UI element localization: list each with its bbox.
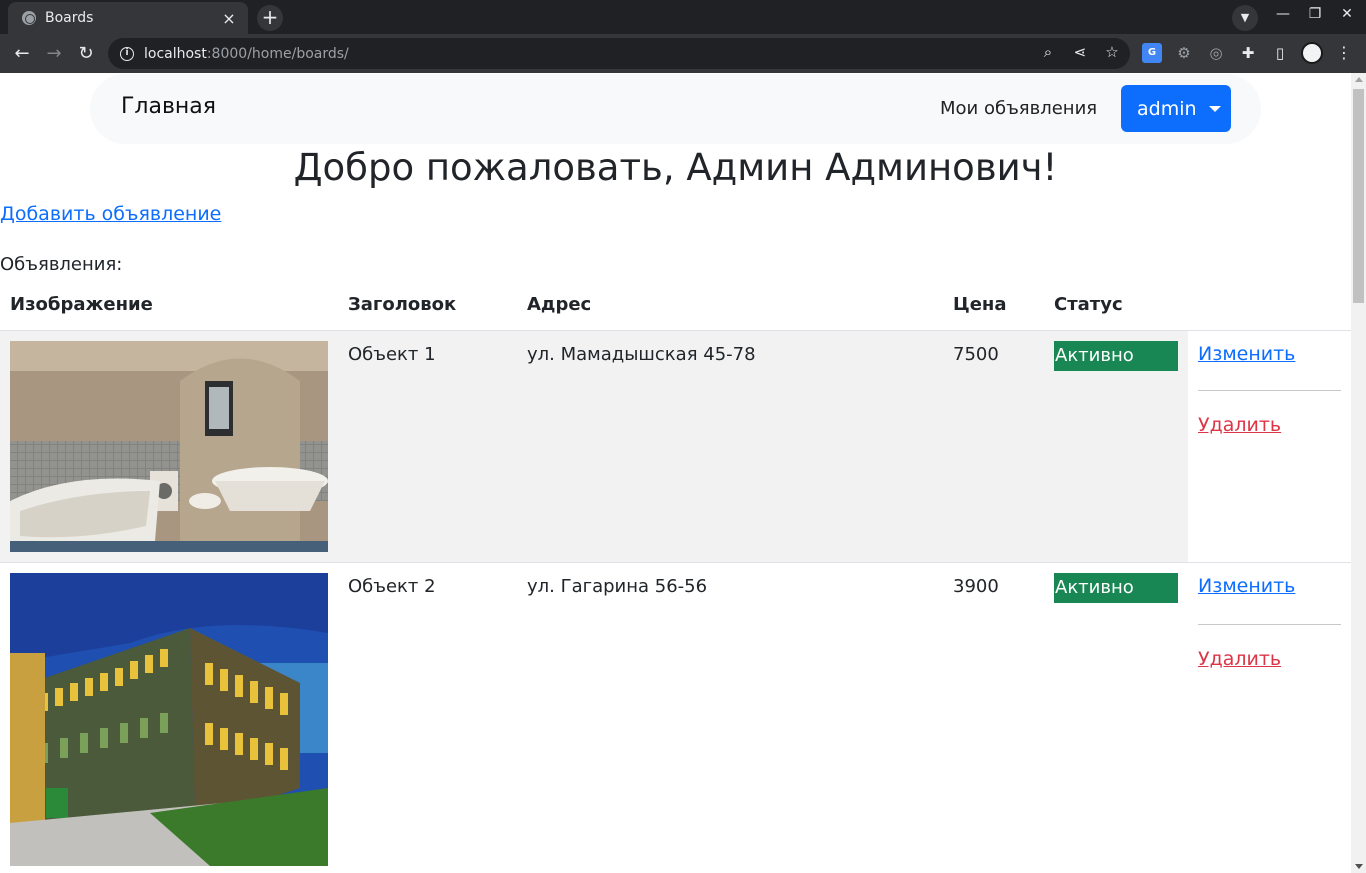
side-panel-icon[interactable]: ▯ — [1270, 43, 1290, 63]
back-icon[interactable]: ← — [10, 42, 34, 66]
reload-icon[interactable]: ↻ — [74, 42, 98, 66]
ads-table: Изображение Заголовок Адрес Цена Статус — [0, 285, 1351, 873]
url-path: :8000/home/boards/ — [206, 45, 349, 62]
bathroom-photo — [10, 341, 328, 552]
actions-divider — [1198, 624, 1341, 625]
profile-avatar[interactable] — [1301, 42, 1323, 64]
new-tab-button[interactable]: + — [257, 5, 283, 31]
scrollbar-thumb[interactable] — [1353, 89, 1364, 303]
row-title: Объект 1 — [348, 344, 436, 365]
page-scrollbar[interactable] — [1351, 73, 1366, 873]
row-title: Объект 2 — [348, 576, 436, 597]
translate-extension-icon[interactable]: G — [1142, 43, 1162, 63]
nav-my-ads-link[interactable]: Мои объявления — [940, 98, 1097, 119]
tab-title: Boards — [45, 10, 94, 26]
address-bar[interactable]: i localhost:8000/home/boards/ — [108, 38, 1130, 69]
table-row: Объект 1 ул. Мамадышская 45-78 7500 Акти… — [0, 331, 1351, 563]
header-price: Цена — [953, 294, 1007, 315]
minimize-icon[interactable]: — — [1272, 6, 1294, 22]
tab-search-button[interactable]: ▼ — [1232, 5, 1258, 31]
table-header: Изображение Заголовок Адрес Цена Статус — [0, 285, 1351, 331]
close-window-icon[interactable]: ✕ — [1336, 6, 1358, 22]
actions-divider — [1198, 390, 1341, 391]
edit-link[interactable]: Изменить — [1198, 343, 1295, 365]
url-host: localhost — [144, 45, 207, 62]
globe-icon — [22, 11, 36, 25]
caret-down-icon — [1208, 105, 1221, 112]
delete-link[interactable]: Удалить — [1198, 414, 1281, 436]
row-price: 3900 — [953, 576, 999, 597]
puzzle-icon[interactable]: ✚ — [1238, 43, 1258, 63]
scroll-up-arrow-icon[interactable] — [1355, 77, 1363, 82]
row-address: ул. Гагарина 56-56 — [527, 576, 708, 597]
close-tab-icon[interactable]: × — [220, 9, 238, 28]
nav-brand-link[interactable]: Главная — [121, 94, 216, 119]
scroll-down-arrow-icon[interactable] — [1355, 864, 1363, 869]
user-dropdown-label: admin — [1137, 97, 1197, 120]
row-price: 7500 — [953, 344, 999, 365]
add-ad-link[interactable]: Добавить объявление — [0, 203, 221, 225]
page-viewport: Главная Мои объявления admin Добро пожал… — [0, 73, 1366, 873]
extension-icon[interactable]: ◎ — [1206, 43, 1226, 63]
browser-toolbar: ← → ↻ i localhost:8000/home/boards/ ⌕ ⋖ … — [0, 34, 1366, 73]
browser-tab[interactable]: Boards × — [8, 2, 248, 34]
row-address: ул. Мамадышская 45-78 — [527, 344, 756, 365]
edit-link[interactable]: Изменить — [1198, 575, 1295, 597]
site-info-icon[interactable]: i — [120, 46, 134, 61]
restore-icon[interactable]: ❐ — [1304, 6, 1326, 22]
share-icon[interactable]: ⋖ — [1070, 43, 1090, 61]
building-photo — [10, 573, 328, 866]
ads-section-label: Объявления: — [0, 254, 123, 275]
header-title: Заголовок — [348, 294, 457, 315]
delete-link[interactable]: Удалить — [1198, 648, 1281, 670]
header-address: Адрес — [527, 294, 592, 315]
table-row: Объект 2 ул. Гагарина 56-56 3900 Активно… — [0, 563, 1351, 873]
menu-kebab-icon[interactable]: ⋮ — [1336, 43, 1352, 62]
header-image: Изображение — [10, 294, 153, 315]
forward-icon[interactable]: → — [42, 42, 66, 66]
user-dropdown-button[interactable]: admin — [1121, 85, 1231, 132]
status-badge: Активно — [1054, 573, 1178, 603]
zoom-icon[interactable]: ⌕ — [1038, 43, 1058, 61]
bookmark-star-icon[interactable]: ☆ — [1102, 43, 1122, 61]
site-navbar: Главная Мои объявления admin — [90, 74, 1261, 144]
page-title: Добро пожаловать, Админ Админович! — [293, 146, 1058, 189]
status-badge: Активно — [1054, 341, 1178, 371]
browser-tabstrip: Boards × + ▼ — ❐ ✕ — [0, 0, 1366, 34]
header-status: Статус — [1054, 294, 1123, 315]
settings-extension-icon[interactable]: ⚙ — [1174, 43, 1194, 63]
actions-cell — [1188, 331, 1351, 562]
